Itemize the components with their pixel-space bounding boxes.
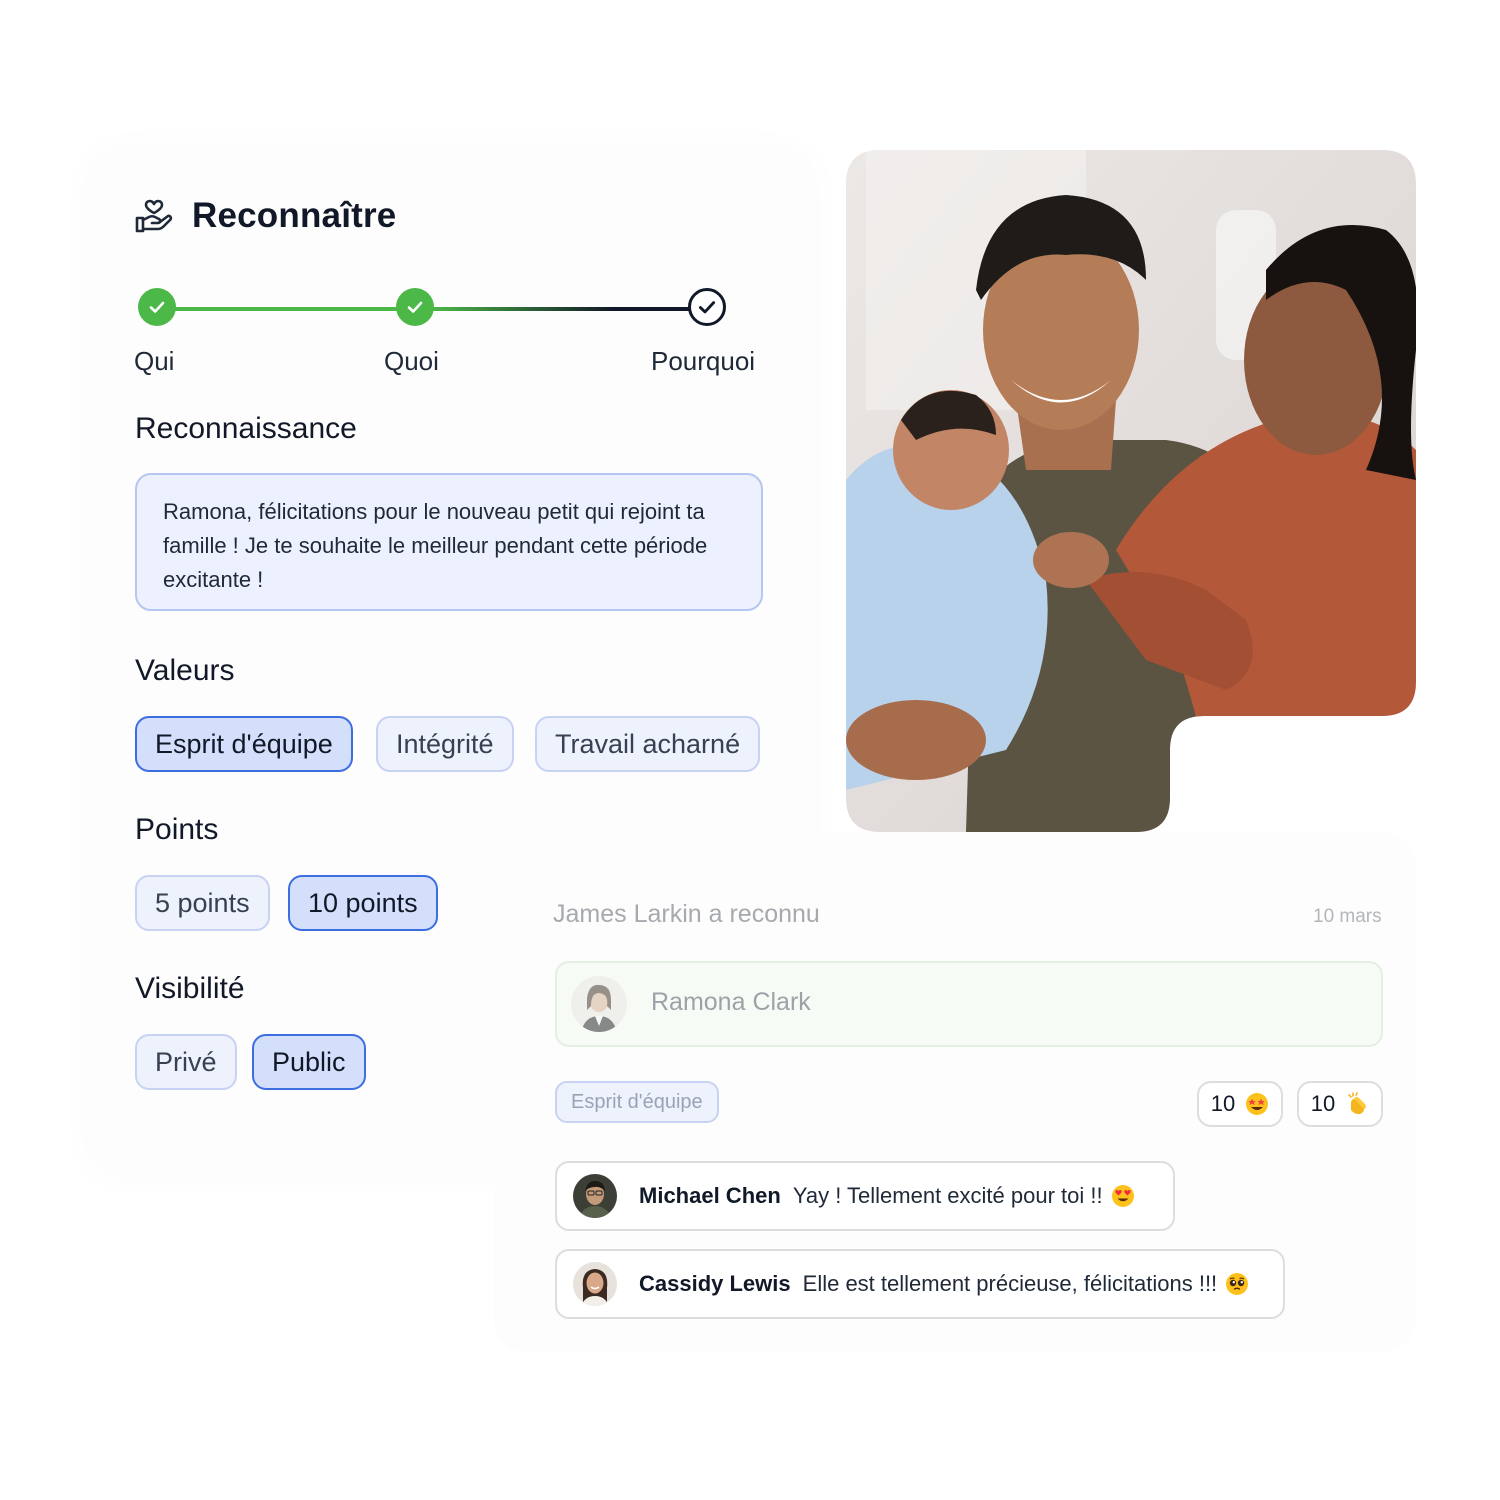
value-chip-esprit-equipe[interactable]: Esprit d'équipe bbox=[135, 716, 353, 772]
comment-author: Cassidy Lewis bbox=[639, 1271, 791, 1296]
feed-header: James Larkin a reconnu bbox=[553, 900, 820, 928]
pleading-face-emoji-icon bbox=[1225, 1272, 1249, 1296]
comment-text: Yay ! Tellement excité pour toi !! bbox=[792, 1183, 1103, 1208]
visibility-heading: Visibilité bbox=[135, 972, 245, 1005]
step-label-quoi: Quoi bbox=[384, 346, 439, 376]
comment-author: Michael Chen bbox=[639, 1183, 781, 1208]
visibility-chip-prive[interactable]: Privé bbox=[135, 1034, 237, 1090]
values-heading: Valeurs bbox=[135, 654, 235, 687]
recipient-name: Ramona Clark bbox=[651, 988, 811, 1016]
heart-eyes-emoji-icon bbox=[1111, 1184, 1135, 1208]
reaction-count: 10 bbox=[1210, 1091, 1236, 1116]
hand-heart-icon bbox=[134, 196, 174, 236]
comment-text: Elle est tellement précieuse, félicitati… bbox=[802, 1271, 1218, 1296]
step-connector bbox=[432, 307, 690, 311]
comment-item: Cassidy Lewis Elle est tellement précieu… bbox=[555, 1249, 1285, 1319]
form-title: Reconnaître bbox=[192, 196, 397, 235]
comment-item: Michael Chen Yay ! Tellement excité pour… bbox=[555, 1161, 1175, 1231]
form-header: Reconnaître bbox=[134, 196, 396, 236]
family-photo bbox=[846, 150, 1416, 832]
feed-date: 10 mars bbox=[1313, 906, 1382, 927]
step-label-qui: Qui bbox=[134, 346, 175, 376]
recognition-message-field[interactable]: Ramona, félicitations pour le nouveau pe… bbox=[135, 473, 763, 611]
star-struck-emoji-icon bbox=[1245, 1092, 1269, 1116]
step-qui-check-icon[interactable] bbox=[138, 288, 176, 326]
reaction-count: 10 bbox=[1310, 1091, 1336, 1116]
recognition-heading: Reconnaissance bbox=[135, 412, 357, 445]
step-label-pourquoi: Pourquoi bbox=[651, 346, 756, 376]
reaction-star-struck[interactable]: 10 bbox=[1197, 1081, 1283, 1127]
avatar bbox=[573, 1174, 617, 1218]
step-connector bbox=[172, 307, 414, 311]
step-pourquoi-check-icon[interactable] bbox=[688, 288, 726, 326]
points-chip-5[interactable]: 5 points bbox=[135, 875, 270, 931]
value-chip-integrite[interactable]: Intégrité bbox=[376, 716, 514, 772]
visibility-chip-public[interactable]: Public bbox=[252, 1034, 366, 1090]
avatar bbox=[573, 1262, 617, 1306]
value-chip-travail-acharne[interactable]: Travail acharné bbox=[535, 716, 761, 772]
points-heading: Points bbox=[135, 813, 219, 846]
step-quoi-check-icon[interactable] bbox=[396, 288, 434, 326]
reaction-clapping-hands[interactable]: 10 bbox=[1297, 1081, 1383, 1127]
avatar bbox=[571, 976, 627, 1032]
points-chip-10[interactable]: 10 points bbox=[288, 875, 438, 931]
progress-stepper bbox=[136, 288, 736, 328]
value-tag: Esprit d'équipe bbox=[555, 1081, 719, 1123]
clapping-hands-emoji-icon bbox=[1345, 1092, 1369, 1116]
